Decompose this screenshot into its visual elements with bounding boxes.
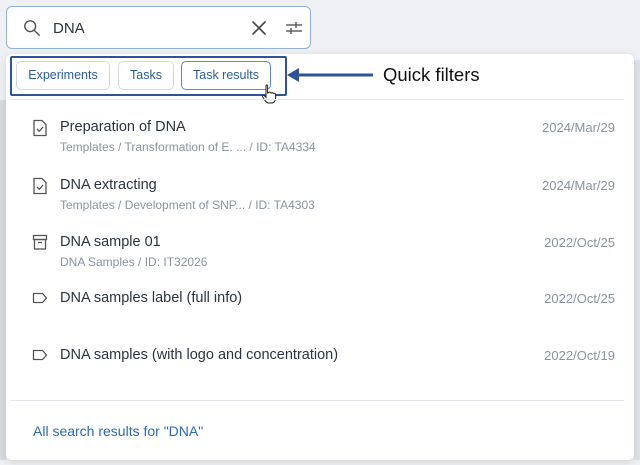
- result-title: Preparation of DNA: [60, 119, 186, 135]
- task-check-icon: [33, 177, 47, 195]
- task-check-icon: [33, 119, 47, 137]
- hand-cursor-icon: [261, 84, 277, 104]
- search-box[interactable]: [6, 6, 311, 49]
- result-date: 2022/Oct/25: [544, 235, 615, 250]
- search-input[interactable]: [53, 18, 233, 38]
- filter-chip-experiments[interactable]: Experiments: [16, 61, 110, 90]
- result-date: 2024/Mar/29: [542, 120, 615, 135]
- result-subtitle: DNA Samples / ID: IT32026: [60, 255, 208, 269]
- result-title: DNA samples label (full info): [60, 290, 243, 306]
- annotation-label: Quick filters: [383, 64, 480, 85]
- result-item[interactable]: DNA extracting Templates / Development o…: [20, 172, 620, 216]
- result-item[interactable]: Preparation of DNA Templates / Transform…: [20, 114, 620, 158]
- result-title: DNA samples (with logo and concentration…: [60, 347, 339, 363]
- sliders-icon[interactable]: [284, 19, 304, 37]
- result-date: 2022/Oct/19: [544, 348, 615, 363]
- result-date: 2022/Oct/25: [544, 291, 615, 306]
- background-panel-right: [634, 60, 640, 460]
- tag-icon: [32, 349, 48, 361]
- result-item[interactable]: DNA sample 01 DNA Samples / ID: IT32026 …: [20, 229, 620, 273]
- result-subtitle: Templates / Development of SNP... / ID: …: [60, 198, 315, 212]
- result-item[interactable]: DNA samples (with logo and concentration…: [20, 343, 620, 387]
- tag-icon: [32, 292, 48, 304]
- search-icon: [24, 20, 40, 36]
- result-date: 2024/Mar/29: [542, 178, 615, 193]
- all-search-results-link[interactable]: All search results for "DNA": [33, 423, 203, 439]
- close-icon[interactable]: [250, 19, 268, 37]
- filter-chip-tasks[interactable]: Tasks: [118, 61, 174, 90]
- filters-divider: [10, 99, 624, 100]
- result-title: DNA extracting: [60, 177, 157, 193]
- footer-divider: [10, 400, 624, 401]
- result-subtitle: Templates / Transformation of E. ... / I…: [60, 140, 316, 154]
- result-item[interactable]: DNA samples label (full info) 2022/Oct/2…: [20, 286, 620, 330]
- annotation-arrow: [287, 68, 373, 82]
- filter-chip-task-results[interactable]: Task results: [181, 61, 271, 90]
- archive-box-icon: [32, 234, 48, 250]
- result-title: DNA sample 01: [60, 234, 161, 250]
